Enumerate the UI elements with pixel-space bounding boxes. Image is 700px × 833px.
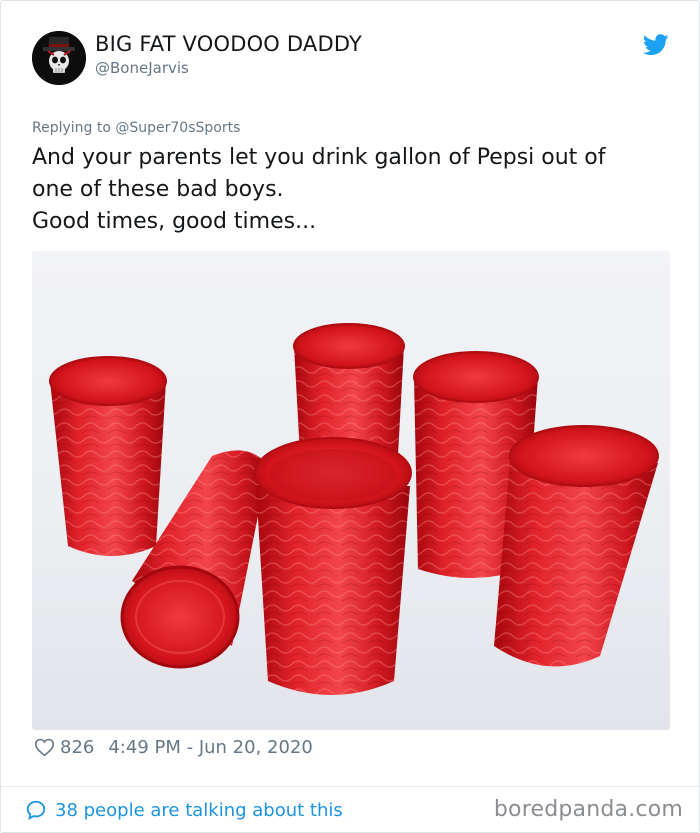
tweet-text: And your parents let you drink gallon of… xyxy=(32,142,672,238)
author-avatar[interactable] xyxy=(32,31,86,85)
divider xyxy=(1,786,699,787)
author-name[interactable]: BIG FAT VOODOO DADDY xyxy=(95,32,362,56)
like-count: 826 xyxy=(60,736,95,758)
author-handle[interactable]: @BoneJarvis xyxy=(95,59,189,77)
red-tumblers-photo xyxy=(32,251,670,730)
tumbler xyxy=(254,437,412,695)
tweet-text-line: And your parents let you drink gallon of… xyxy=(32,145,606,170)
tweet-text-line: one of these bad boys. xyxy=(32,177,284,202)
heart-icon[interactable] xyxy=(34,737,55,757)
speech-bubble-icon xyxy=(26,800,46,820)
watermark: boredpanda.com xyxy=(493,797,683,822)
skull-top-hat-icon xyxy=(32,31,86,85)
replying-to[interactable]: Replying to @Super70sSports xyxy=(32,120,240,136)
tweet-text-line: Good times, good times... xyxy=(32,209,317,234)
tweet-card: BIG FAT VOODOO DADDY @BoneJarvis Replyin… xyxy=(0,0,700,833)
tumbler xyxy=(49,356,167,556)
tweet-photo[interactable] xyxy=(32,251,670,730)
conversation-link[interactable]: 38 people are talking about this xyxy=(25,797,343,823)
tweet-timestamp[interactable]: 4:49 PM - Jun 20, 2020 xyxy=(108,737,312,758)
tweet-meta: 826 4:49 PM - Jun 20, 2020 xyxy=(34,735,313,759)
conversation-label[interactable]: 38 people are talking about this xyxy=(55,800,343,821)
twitter-bird-icon[interactable] xyxy=(643,34,669,56)
